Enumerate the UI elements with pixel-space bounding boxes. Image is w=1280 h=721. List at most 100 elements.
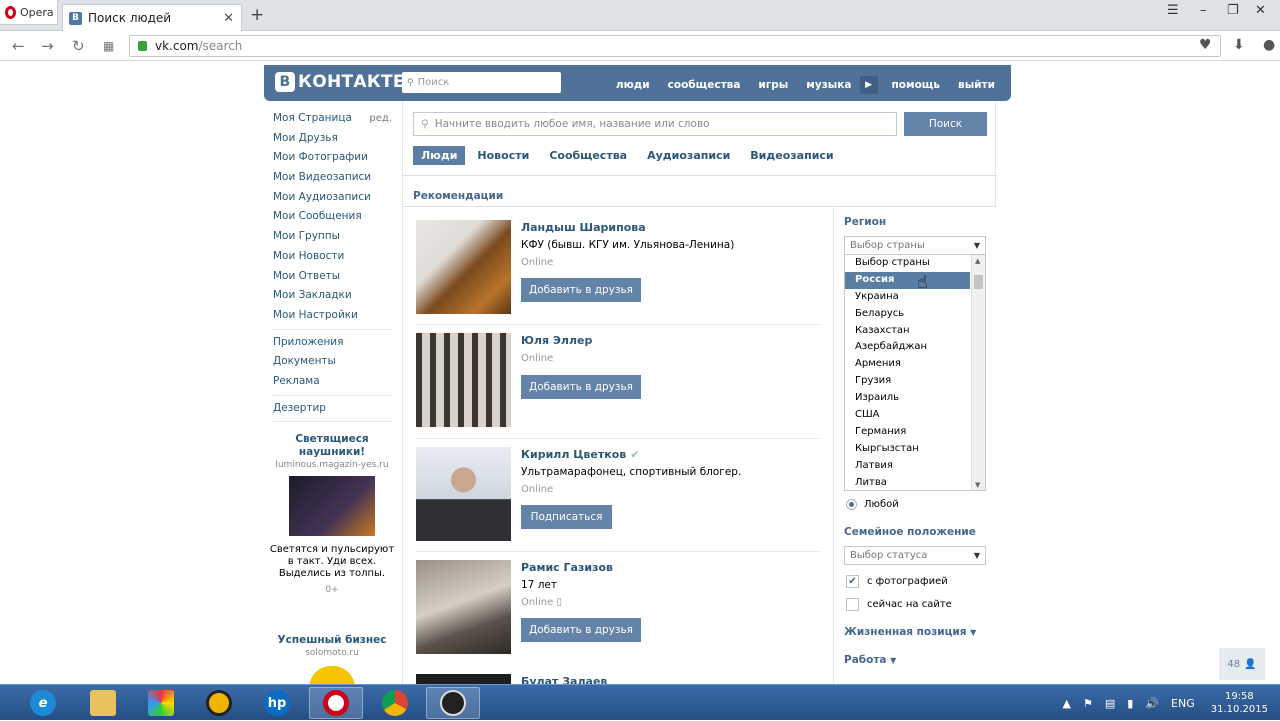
- ad-block[interactable]: Успешный бизнес solomoto.ru: [268, 634, 396, 688]
- menu-bookmarks[interactable]: Мои Закладки: [273, 286, 398, 306]
- country-option[interactable]: Грузия: [845, 373, 970, 390]
- country-option[interactable]: Армения: [845, 356, 970, 373]
- country-option[interactable]: Беларусь: [845, 306, 970, 323]
- country-option[interactable]: Украина: [845, 289, 970, 306]
- country-option-selected[interactable]: Россия: [845, 271, 970, 289]
- person-photo[interactable]: [416, 333, 511, 427]
- edit-link[interactable]: ред.: [369, 109, 392, 129]
- menu-friends[interactable]: Мои Друзья: [273, 129, 398, 149]
- life-position-toggle[interactable]: Жизненная позиция ▼: [844, 626, 976, 638]
- country-select[interactable]: Выбор страны ▼: [844, 236, 986, 255]
- dropdown-scrollbar[interactable]: ▲ ▼: [971, 255, 985, 490]
- browser-tab[interactable]: B Поиск людей ✕: [62, 4, 242, 31]
- nav-communities[interactable]: сообщества: [668, 79, 741, 91]
- menu-ads[interactable]: Реклама: [273, 372, 398, 392]
- ad-image[interactable]: [289, 476, 375, 536]
- maximize-icon[interactable]: ❐: [1227, 3, 1239, 18]
- volume-icon[interactable]: 🔊: [1145, 697, 1159, 710]
- menu-app-dezertir[interactable]: Дезертир: [273, 399, 398, 419]
- nav-logout[interactable]: выйти: [958, 79, 995, 91]
- url-field[interactable]: vk.com/search: [129, 35, 1221, 57]
- radio-any[interactable]: Любой: [846, 499, 899, 510]
- tab-audio[interactable]: Аудиозаписи: [639, 146, 738, 165]
- reload-icon[interactable]: ↻: [72, 37, 85, 55]
- person-name[interactable]: Юля Эллер: [521, 334, 592, 347]
- country-option[interactable]: Германия: [845, 424, 970, 441]
- work-toggle[interactable]: Работа ▼: [844, 654, 896, 666]
- tab-people[interactable]: Люди: [413, 146, 466, 165]
- signal-icon[interactable]: ▮: [1127, 697, 1133, 710]
- person-photo[interactable]: [416, 560, 511, 654]
- nav-music[interactable]: музыка: [806, 79, 851, 91]
- taskbar-chrome[interactable]: [368, 687, 422, 719]
- country-option[interactable]: Израиль: [845, 390, 970, 407]
- menu-answers[interactable]: Мои Ответы: [273, 267, 398, 287]
- add-friend-button[interactable]: Добавить в друзья: [521, 278, 641, 302]
- with-photo-checkbox[interactable]: ✔ с фотографией: [846, 575, 948, 588]
- person-name[interactable]: Рамис Газизов: [521, 561, 613, 574]
- forward-icon[interactable]: →: [41, 37, 54, 55]
- menu-groups[interactable]: Мои Группы: [273, 227, 398, 247]
- nav-games[interactable]: игры: [758, 79, 788, 91]
- nav-help[interactable]: помощь: [892, 79, 941, 91]
- person-photo[interactable]: [416, 220, 511, 314]
- network-icon[interactable]: ▤: [1105, 697, 1115, 710]
- taskbar-obs[interactable]: [426, 687, 480, 719]
- ad-block[interactable]: Светящиеся наушники! luminous.magazin-ye…: [268, 433, 396, 595]
- country-option[interactable]: Выбор страны: [845, 255, 970, 272]
- back-icon[interactable]: ←: [12, 37, 25, 55]
- scrollbar-thumb[interactable]: [974, 275, 983, 289]
- country-option[interactable]: Кыргызстан: [845, 441, 970, 458]
- ad-title[interactable]: Успешный бизнес: [268, 634, 396, 647]
- subscribe-button[interactable]: Подписаться: [521, 505, 612, 529]
- country-option[interactable]: США: [845, 407, 970, 424]
- menu-messages[interactable]: Мои Сообщения: [273, 207, 398, 227]
- speed-dial-icon[interactable]: ▦: [103, 39, 114, 53]
- clock[interactable]: 19:58 31.10.2015: [1211, 690, 1268, 716]
- tray-expand-icon[interactable]: ▲: [1063, 697, 1071, 710]
- tab-video[interactable]: Видеозаписи: [742, 146, 841, 165]
- menu-photos[interactable]: Мои Фотографии: [273, 148, 398, 168]
- country-option[interactable]: Азербайджан: [845, 339, 970, 356]
- minimize-icon[interactable]: –: [1200, 3, 1207, 18]
- menu-apps[interactable]: Приложения: [273, 333, 398, 353]
- country-option[interactable]: Литва: [845, 475, 970, 490]
- family-status-select[interactable]: Выбор статуса ▼: [844, 546, 986, 565]
- taskbar-media[interactable]: [192, 687, 246, 719]
- language-indicator[interactable]: ENG: [1171, 697, 1195, 710]
- flag-icon[interactable]: ⚑: [1083, 697, 1093, 710]
- download-icon[interactable]: ⬇: [1233, 37, 1245, 53]
- country-option[interactable]: Латвия: [845, 458, 970, 475]
- taskbar-app[interactable]: [134, 687, 188, 719]
- close-window-icon[interactable]: ✕: [1255, 3, 1266, 18]
- play-icon[interactable]: ▶: [859, 76, 878, 94]
- tab-news[interactable]: Новости: [469, 146, 537, 165]
- heart-icon[interactable]: ♥: [1199, 37, 1212, 53]
- online-now-checkbox[interactable]: сейчас на сайте: [846, 598, 952, 611]
- add-friend-button[interactable]: Добавить в друзья: [521, 375, 641, 399]
- menu-documents[interactable]: Документы: [273, 352, 398, 372]
- user-icon[interactable]: ●: [1263, 37, 1275, 53]
- nav-people[interactable]: люди: [616, 79, 650, 91]
- scroll-up-icon[interactable]: ▲: [975, 257, 980, 265]
- tabs-menu-icon[interactable]: ☰: [1167, 3, 1179, 18]
- country-option[interactable]: Казахстан: [845, 323, 970, 340]
- vk-logo[interactable]: В КОНТАКТЕ: [275, 72, 405, 92]
- opera-menu-button[interactable]: Opera: [0, 0, 58, 25]
- person-photo[interactable]: [416, 674, 511, 684]
- taskbar-explorer[interactable]: [76, 687, 130, 719]
- taskbar-hp[interactable]: hp: [250, 687, 304, 719]
- person-name[interactable]: Ландыш Шарипова: [521, 221, 646, 234]
- online-friends-badge[interactable]: 48 👤: [1219, 648, 1265, 680]
- menu-audio[interactable]: Мои Аудиозаписи: [273, 188, 398, 208]
- person-photo[interactable]: [416, 447, 511, 541]
- people-search-input[interactable]: ⚲ Начните вводить любое имя, название ил…: [413, 112, 897, 136]
- menu-my-page[interactable]: Моя Страница ред.: [273, 109, 398, 129]
- add-friend-button[interactable]: Добавить в друзья: [521, 618, 641, 642]
- taskbar-opera[interactable]: [309, 687, 363, 719]
- search-button[interactable]: Поиск: [904, 112, 987, 136]
- menu-videos[interactable]: Мои Видеозаписи: [273, 168, 398, 188]
- header-search-input[interactable]: ⚲ Поиск: [402, 72, 561, 93]
- menu-settings[interactable]: Мои Настройки: [273, 306, 398, 326]
- ad-title[interactable]: Светящиеся наушники!: [268, 433, 396, 459]
